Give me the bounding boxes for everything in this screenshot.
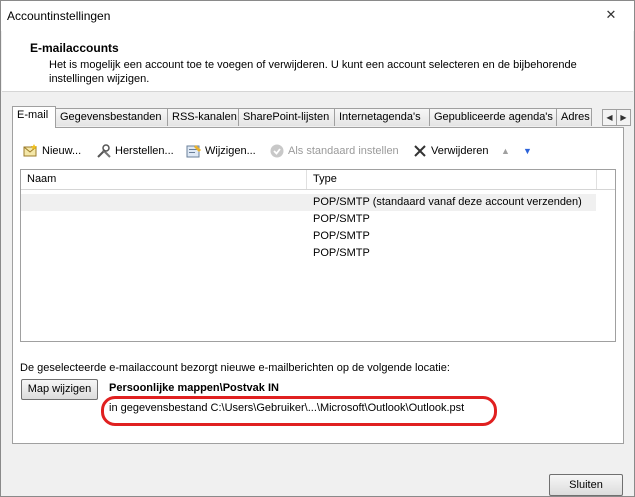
highlight-annotation [101,396,497,426]
account-row[interactable]: POP/SMTP [21,211,596,228]
dialog-header: E-mailaccounts Het is mogelijk een accou… [2,31,633,92]
tab-published-calendars[interactable]: Gepubliceerde agenda's [429,108,557,126]
account-row[interactable]: POP/SMTP (standaard vanaf deze account v… [21,194,596,211]
remove-x-icon [412,143,428,159]
repair-account-button[interactable]: Herstellen... [96,142,174,160]
move-up-icon[interactable]: ▲ [501,142,510,160]
close-button[interactable]: Sluiten [549,474,623,496]
tab-data-files[interactable]: Gegevensbestanden [55,108,168,126]
account-toolbar: Nieuw... Herstellen... Wijzigen... Als s… [23,142,613,160]
tab-scroll-right-icon[interactable]: ▶ [616,109,631,126]
accounts-list: Naam Type POP/SMTP (standaard vanaf deze… [20,169,616,342]
repair-account-label: Herstellen... [115,145,174,157]
new-account-label: Nieuw... [42,145,82,157]
account-type: POP/SMTP [313,213,370,225]
new-account-button[interactable]: Nieuw... [23,142,81,160]
set-default-button[interactable]: Als standaard instellen [269,142,399,160]
tab-sharepoint-lists[interactable]: SharePoint-lijsten [238,108,335,126]
tab-address-books[interactable]: Adres [556,108,592,126]
tab-strip: E-mail Gegevensbestanden RSS-kanalen Sha… [12,106,631,128]
account-settings-window: Accountinstellingen ✕ E-mailaccounts Het… [0,0,635,497]
move-down-icon[interactable]: ▼ [523,142,532,160]
tab-internet-calendars[interactable]: Internetagenda's [334,108,430,126]
close-window-icon[interactable]: ✕ [602,6,620,24]
column-header-type[interactable]: Type [307,170,597,189]
tab-scroll-controls: ◀ ▶ [602,109,631,126]
change-account-button[interactable]: Wijzigen... [186,142,256,160]
change-account-label: Wijzigen... [205,145,256,157]
change-settings-icon [186,143,202,159]
header-title: E-mailaccounts [30,41,119,55]
account-type: POP/SMTP (standaard vanaf deze account v… [313,196,582,208]
tab-scroll-left-icon[interactable]: ◀ [602,109,617,126]
repair-tools-icon [96,143,112,159]
title-bar: Accountinstellingen ✕ [1,1,634,31]
set-default-label: Als standaard instellen [288,145,399,157]
delivery-folder-name: Persoonlijke mappen\Postvak IN [109,382,279,394]
account-type: POP/SMTP [313,230,370,242]
remove-account-label: Verwijderen [431,145,489,157]
tab-email[interactable]: E-mail [12,106,56,128]
account-row[interactable]: POP/SMTP [21,228,596,245]
email-tab-panel: Nieuw... Herstellen... Wijzigen... Als s… [12,127,624,444]
header-description: Het is mogelijk een account toe te voege… [49,59,577,85]
remove-account-button[interactable]: Verwijderen [412,142,488,160]
new-mail-icon [23,143,39,159]
account-type: POP/SMTP [313,247,370,259]
list-header: Naam Type [21,170,615,190]
checkmark-icon [269,143,285,159]
delivery-location-description: De geselecteerde e-mailaccount bezorgt n… [20,362,450,374]
column-header-name[interactable]: Naam [21,170,307,189]
change-folder-button[interactable]: Map wijzigen [21,379,98,400]
account-row[interactable]: POP/SMTP [21,245,596,262]
window-title: Accountinstellingen [7,9,111,23]
